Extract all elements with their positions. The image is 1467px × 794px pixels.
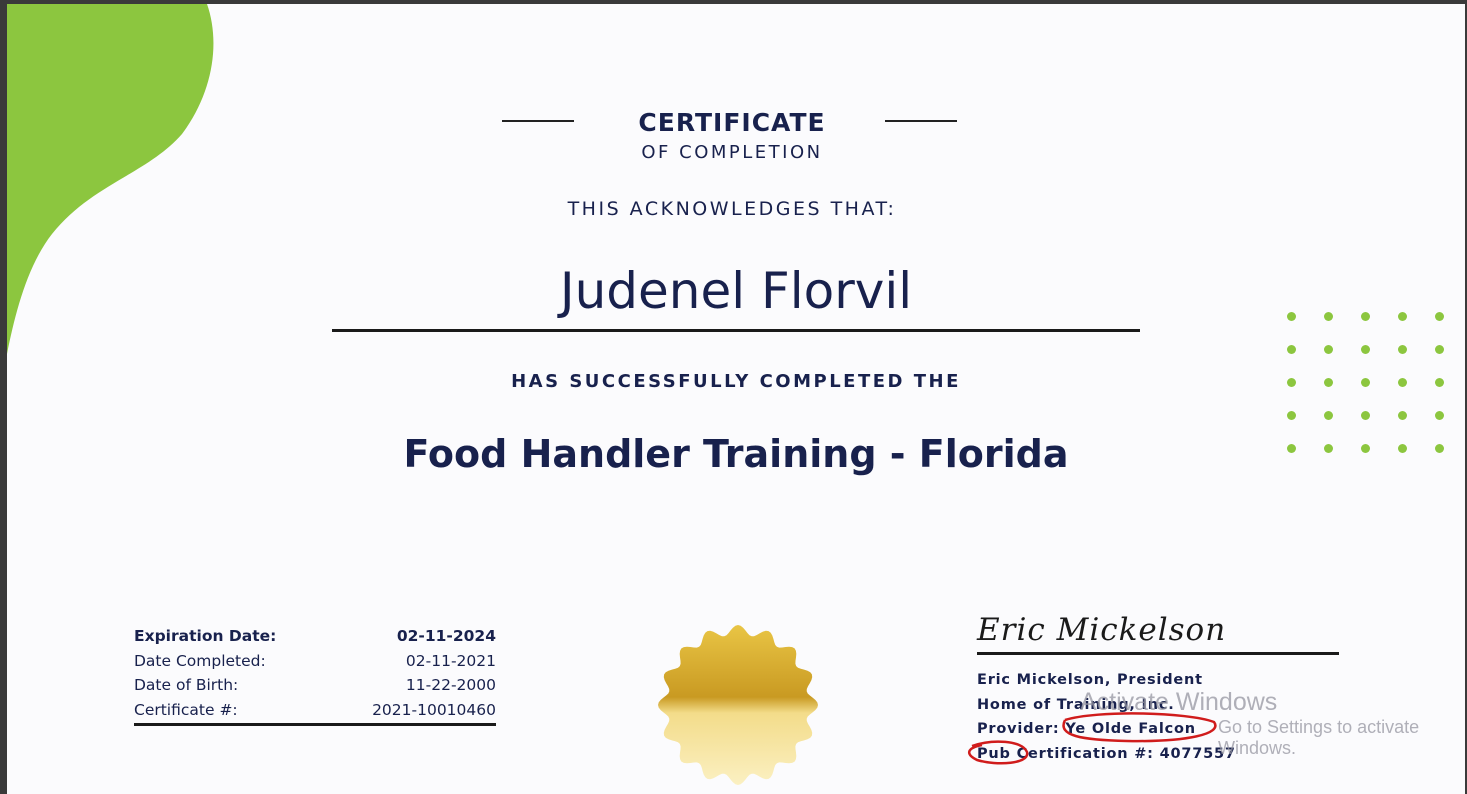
- acknowledgement-text: THIS ACKNOWLEDGES THAT:: [567, 198, 897, 220]
- decor-dot: [1398, 378, 1407, 387]
- decor-dot: [1287, 378, 1296, 387]
- document-viewer: CERTIFICATE OF COMPLETION THIS ACKNOWLED…: [0, 0, 1467, 794]
- decor-dot: [1287, 345, 1296, 354]
- decor-dot: [1398, 345, 1407, 354]
- decor-dot: [1398, 411, 1407, 420]
- decor-dot: [1324, 378, 1333, 387]
- recipient-underline: [332, 329, 1140, 332]
- detail-row-expiration: Expiration Date: 02-11-2024: [134, 624, 496, 649]
- decor-dot: [1324, 345, 1333, 354]
- signer-block: Eric Mickelson, President Home of Traini…: [977, 668, 1357, 766]
- decor-dot: [1324, 411, 1333, 420]
- course-title: Food Handler Training - Florida: [403, 432, 1069, 476]
- signature-line: [977, 652, 1339, 655]
- decor-dot: [1361, 378, 1370, 387]
- completed-text: HAS SUCCESSFULLY COMPLETED THE: [511, 371, 961, 392]
- detail-value: 02-11-2024: [396, 627, 496, 645]
- detail-label: Date of Birth:: [134, 676, 239, 694]
- certificate-title: CERTIFICATE: [638, 108, 826, 137]
- certificate-subtitle: OF COMPLETION: [641, 142, 823, 163]
- decor-dot: [1435, 411, 1444, 420]
- decor-dot: [1287, 411, 1296, 420]
- detail-value: 2021-10010460: [372, 700, 496, 719]
- detail-value: 11-22-2000: [405, 676, 496, 694]
- recipient-name: Judenel Florvil: [559, 262, 913, 320]
- detail-value: 02-11-2021: [405, 651, 496, 670]
- decor-dot: [1398, 312, 1407, 321]
- details-underline: [134, 723, 496, 726]
- detail-label: Date Completed:: [134, 651, 266, 670]
- signature-script: Eric Mickelson: [977, 612, 1227, 648]
- detail-row-birth: Date of Birth: 11-22-2000: [134, 673, 496, 698]
- certificate-header: CERTIFICATE OF COMPLETION: [502, 104, 962, 174]
- decor-dot: [1435, 378, 1444, 387]
- decor-dot: [1361, 312, 1370, 321]
- decor-dot: [1287, 312, 1296, 321]
- decor-dot: [1435, 345, 1444, 354]
- decor-dot: [1435, 444, 1444, 453]
- decor-dot: [1287, 444, 1296, 453]
- signer-provider: Provider: Ye Olde Falcon: [977, 721, 1196, 737]
- certificate-details: Expiration Date: 02-11-2024 Date Complet…: [134, 624, 496, 726]
- decor-dot: [1361, 411, 1370, 420]
- signer-name: Eric Mickelson, President: [977, 672, 1203, 688]
- green-corner-blob: [7, 4, 214, 354]
- certificate-page: CERTIFICATE OF COMPLETION THIS ACKNOWLED…: [7, 4, 1465, 794]
- signer-company: Home of Training, Inc.: [977, 696, 1175, 713]
- gold-seal-icon: [658, 625, 818, 785]
- detail-row-certificate-number: Certificate #: 2021-10010460: [134, 698, 496, 723]
- detail-label: Expiration Date:: [134, 627, 277, 645]
- signer-certification: Pub Certification #: 4077557: [977, 745, 1236, 762]
- decor-dot: [1324, 312, 1333, 321]
- decor-dot: [1435, 312, 1444, 321]
- dot-grid-decoration: [1287, 312, 1457, 472]
- decor-dot: [1324, 444, 1333, 453]
- detail-row-completed: Date Completed: 02-11-2021: [134, 649, 496, 674]
- decor-dot: [1398, 444, 1407, 453]
- decor-dot: [1361, 444, 1370, 453]
- detail-label: Certificate #:: [134, 700, 238, 719]
- decor-dot: [1361, 345, 1370, 354]
